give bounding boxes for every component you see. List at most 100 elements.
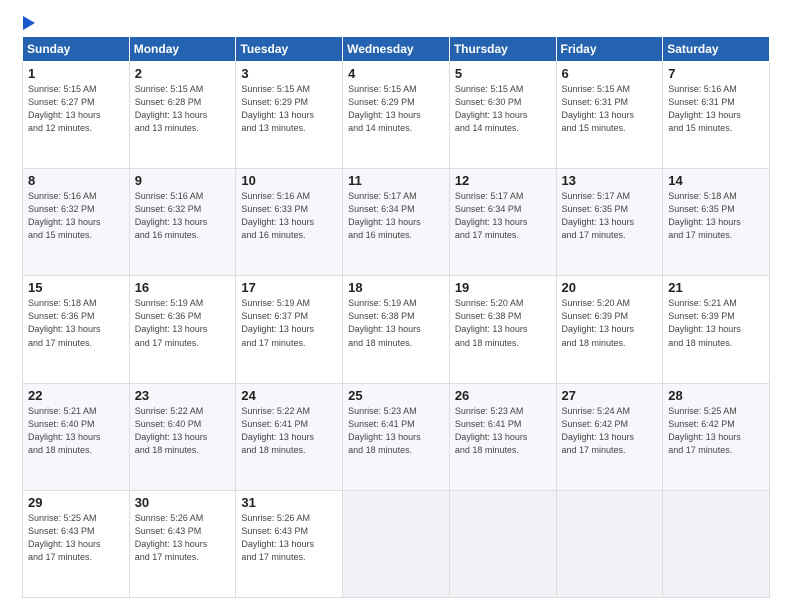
day-info: Sunrise: 5:16 AM Sunset: 6:32 PM Dayligh… (28, 190, 124, 242)
day-number: 17 (241, 280, 337, 295)
calendar-cell: 31 Sunrise: 5:26 AM Sunset: 6:43 PM Dayli… (236, 490, 343, 597)
col-header-wednesday: Wednesday (343, 37, 450, 62)
day-number: 13 (562, 173, 658, 188)
day-info: Sunrise: 5:15 AM Sunset: 6:28 PM Dayligh… (135, 83, 231, 135)
calendar-week-row: 1Sunrise: 5:15 AM Sunset: 6:27 PM Daylig… (23, 62, 770, 169)
calendar-cell: 18 Sunrise: 5:19 AM Sunset: 6:38 PM Dayli… (343, 276, 450, 383)
calendar-week-row: 15 Sunrise: 5:18 AM Sunset: 6:36 PM Dayli… (23, 276, 770, 383)
logo-arrow-icon (23, 16, 35, 30)
calendar-cell: 19Sunrise: 5:20 AM Sunset: 6:38 PM Dayli… (449, 276, 556, 383)
day-number: 25 (348, 388, 444, 403)
day-info: Sunrise: 5:20 AM Sunset: 6:39 PM Dayligh… (562, 297, 658, 349)
day-number: 24 (241, 388, 337, 403)
calendar-cell: 27 Sunrise: 5:24 AM Sunset: 6:42 PM Dayli… (556, 383, 663, 490)
day-number: 2 (135, 66, 231, 81)
page: SundayMondayTuesdayWednesdayThursdayFrid… (0, 0, 792, 612)
day-info: Sunrise: 5:16 AM Sunset: 6:31 PM Dayligh… (668, 83, 764, 135)
calendar-header-row: SundayMondayTuesdayWednesdayThursdayFrid… (23, 37, 770, 62)
day-number: 12 (455, 173, 551, 188)
day-info: Sunrise: 5:17 AM Sunset: 6:34 PM Dayligh… (455, 190, 551, 242)
col-header-tuesday: Tuesday (236, 37, 343, 62)
day-number: 29 (28, 495, 124, 510)
day-info: Sunrise: 5:18 AM Sunset: 6:36 PM Dayligh… (28, 297, 124, 349)
day-info: Sunrise: 5:25 AM Sunset: 6:42 PM Dayligh… (668, 405, 764, 457)
calendar-cell: 24 Sunrise: 5:22 AM Sunset: 6:41 PM Dayli… (236, 383, 343, 490)
calendar-cell: 23Sunrise: 5:22 AM Sunset: 6:40 PM Dayli… (129, 383, 236, 490)
day-info: Sunrise: 5:16 AM Sunset: 6:33 PM Dayligh… (241, 190, 337, 242)
day-number: 26 (455, 388, 551, 403)
day-number: 3 (241, 66, 337, 81)
day-number: 15 (28, 280, 124, 295)
day-number: 20 (562, 280, 658, 295)
calendar-cell: 10 Sunrise: 5:16 AM Sunset: 6:33 PM Dayli… (236, 169, 343, 276)
day-info: Sunrise: 5:21 AM Sunset: 6:39 PM Dayligh… (668, 297, 764, 349)
day-info: Sunrise: 5:22 AM Sunset: 6:41 PM Dayligh… (241, 405, 337, 457)
calendar-cell: 2 Sunrise: 5:15 AM Sunset: 6:28 PM Daylig… (129, 62, 236, 169)
calendar-cell: 12 Sunrise: 5:17 AM Sunset: 6:34 PM Dayli… (449, 169, 556, 276)
day-number: 23 (135, 388, 231, 403)
day-info: Sunrise: 5:16 AM Sunset: 6:32 PM Dayligh… (135, 190, 231, 242)
day-number: 9 (135, 173, 231, 188)
day-number: 5 (455, 66, 551, 81)
day-number: 6 (562, 66, 658, 81)
day-info: Sunrise: 5:19 AM Sunset: 6:37 PM Dayligh… (241, 297, 337, 349)
day-number: 8 (28, 173, 124, 188)
day-number: 10 (241, 173, 337, 188)
day-info: Sunrise: 5:15 AM Sunset: 6:27 PM Dayligh… (28, 83, 124, 135)
day-number: 11 (348, 173, 444, 188)
day-number: 16 (135, 280, 231, 295)
day-info: Sunrise: 5:25 AM Sunset: 6:43 PM Dayligh… (28, 512, 124, 564)
day-info: Sunrise: 5:19 AM Sunset: 6:36 PM Dayligh… (135, 297, 231, 349)
day-number: 4 (348, 66, 444, 81)
day-info: Sunrise: 5:20 AM Sunset: 6:38 PM Dayligh… (455, 297, 551, 349)
day-info: Sunrise: 5:24 AM Sunset: 6:42 PM Dayligh… (562, 405, 658, 457)
calendar-cell: 5Sunrise: 5:15 AM Sunset: 6:30 PM Daylig… (449, 62, 556, 169)
day-info: Sunrise: 5:26 AM Sunset: 6:43 PM Dayligh… (135, 512, 231, 564)
day-number: 7 (668, 66, 764, 81)
calendar-cell: 3 Sunrise: 5:15 AM Sunset: 6:29 PM Daylig… (236, 62, 343, 169)
calendar-cell: 13 Sunrise: 5:17 AM Sunset: 6:35 PM Dayli… (556, 169, 663, 276)
calendar-cell: 1Sunrise: 5:15 AM Sunset: 6:27 PM Daylig… (23, 62, 130, 169)
calendar-cell: 9 Sunrise: 5:16 AM Sunset: 6:32 PM Daylig… (129, 169, 236, 276)
calendar-cell: 7 Sunrise: 5:16 AM Sunset: 6:31 PM Daylig… (663, 62, 770, 169)
col-header-sunday: Sunday (23, 37, 130, 62)
calendar-table: SundayMondayTuesdayWednesdayThursdayFrid… (22, 36, 770, 598)
col-header-monday: Monday (129, 37, 236, 62)
calendar-cell: 4 Sunrise: 5:15 AM Sunset: 6:29 PM Daylig… (343, 62, 450, 169)
calendar-cell: 8 Sunrise: 5:16 AM Sunset: 6:32 PM Daylig… (23, 169, 130, 276)
day-info: Sunrise: 5:23 AM Sunset: 6:41 PM Dayligh… (348, 405, 444, 457)
day-number: 31 (241, 495, 337, 510)
calendar-cell: 11 Sunrise: 5:17 AM Sunset: 6:34 PM Dayli… (343, 169, 450, 276)
day-number: 30 (135, 495, 231, 510)
col-header-saturday: Saturday (663, 37, 770, 62)
day-number: 22 (28, 388, 124, 403)
day-info: Sunrise: 5:26 AM Sunset: 6:43 PM Dayligh… (241, 512, 337, 564)
calendar-cell: 28 Sunrise: 5:25 AM Sunset: 6:42 PM Dayli… (663, 383, 770, 490)
day-info: Sunrise: 5:17 AM Sunset: 6:34 PM Dayligh… (348, 190, 444, 242)
calendar-week-row: 22 Sunrise: 5:21 AM Sunset: 6:40 PM Dayli… (23, 383, 770, 490)
day-info: Sunrise: 5:19 AM Sunset: 6:38 PM Dayligh… (348, 297, 444, 349)
day-info: Sunrise: 5:17 AM Sunset: 6:35 PM Dayligh… (562, 190, 658, 242)
calendar-cell: 14Sunrise: 5:18 AM Sunset: 6:35 PM Dayli… (663, 169, 770, 276)
calendar-cell: 26Sunrise: 5:23 AM Sunset: 6:41 PM Dayli… (449, 383, 556, 490)
calendar-cell (556, 490, 663, 597)
day-number: 21 (668, 280, 764, 295)
day-info: Sunrise: 5:15 AM Sunset: 6:31 PM Dayligh… (562, 83, 658, 135)
day-number: 18 (348, 280, 444, 295)
day-info: Sunrise: 5:15 AM Sunset: 6:29 PM Dayligh… (241, 83, 337, 135)
calendar-cell: 21 Sunrise: 5:21 AM Sunset: 6:39 PM Dayli… (663, 276, 770, 383)
day-number: 27 (562, 388, 658, 403)
day-number: 28 (668, 388, 764, 403)
calendar-cell (343, 490, 450, 597)
day-info: Sunrise: 5:15 AM Sunset: 6:29 PM Dayligh… (348, 83, 444, 135)
calendar-cell: 6 Sunrise: 5:15 AM Sunset: 6:31 PM Daylig… (556, 62, 663, 169)
calendar-cell: 30 Sunrise: 5:26 AM Sunset: 6:43 PM Dayli… (129, 490, 236, 597)
calendar-cell: 20 Sunrise: 5:20 AM Sunset: 6:39 PM Dayli… (556, 276, 663, 383)
day-number: 14 (668, 173, 764, 188)
day-info: Sunrise: 5:21 AM Sunset: 6:40 PM Dayligh… (28, 405, 124, 457)
col-header-friday: Friday (556, 37, 663, 62)
calendar-cell: 15 Sunrise: 5:18 AM Sunset: 6:36 PM Dayli… (23, 276, 130, 383)
calendar-cell (663, 490, 770, 597)
logo (22, 18, 35, 30)
calendar-week-row: 29 Sunrise: 5:25 AM Sunset: 6:43 PM Dayli… (23, 490, 770, 597)
